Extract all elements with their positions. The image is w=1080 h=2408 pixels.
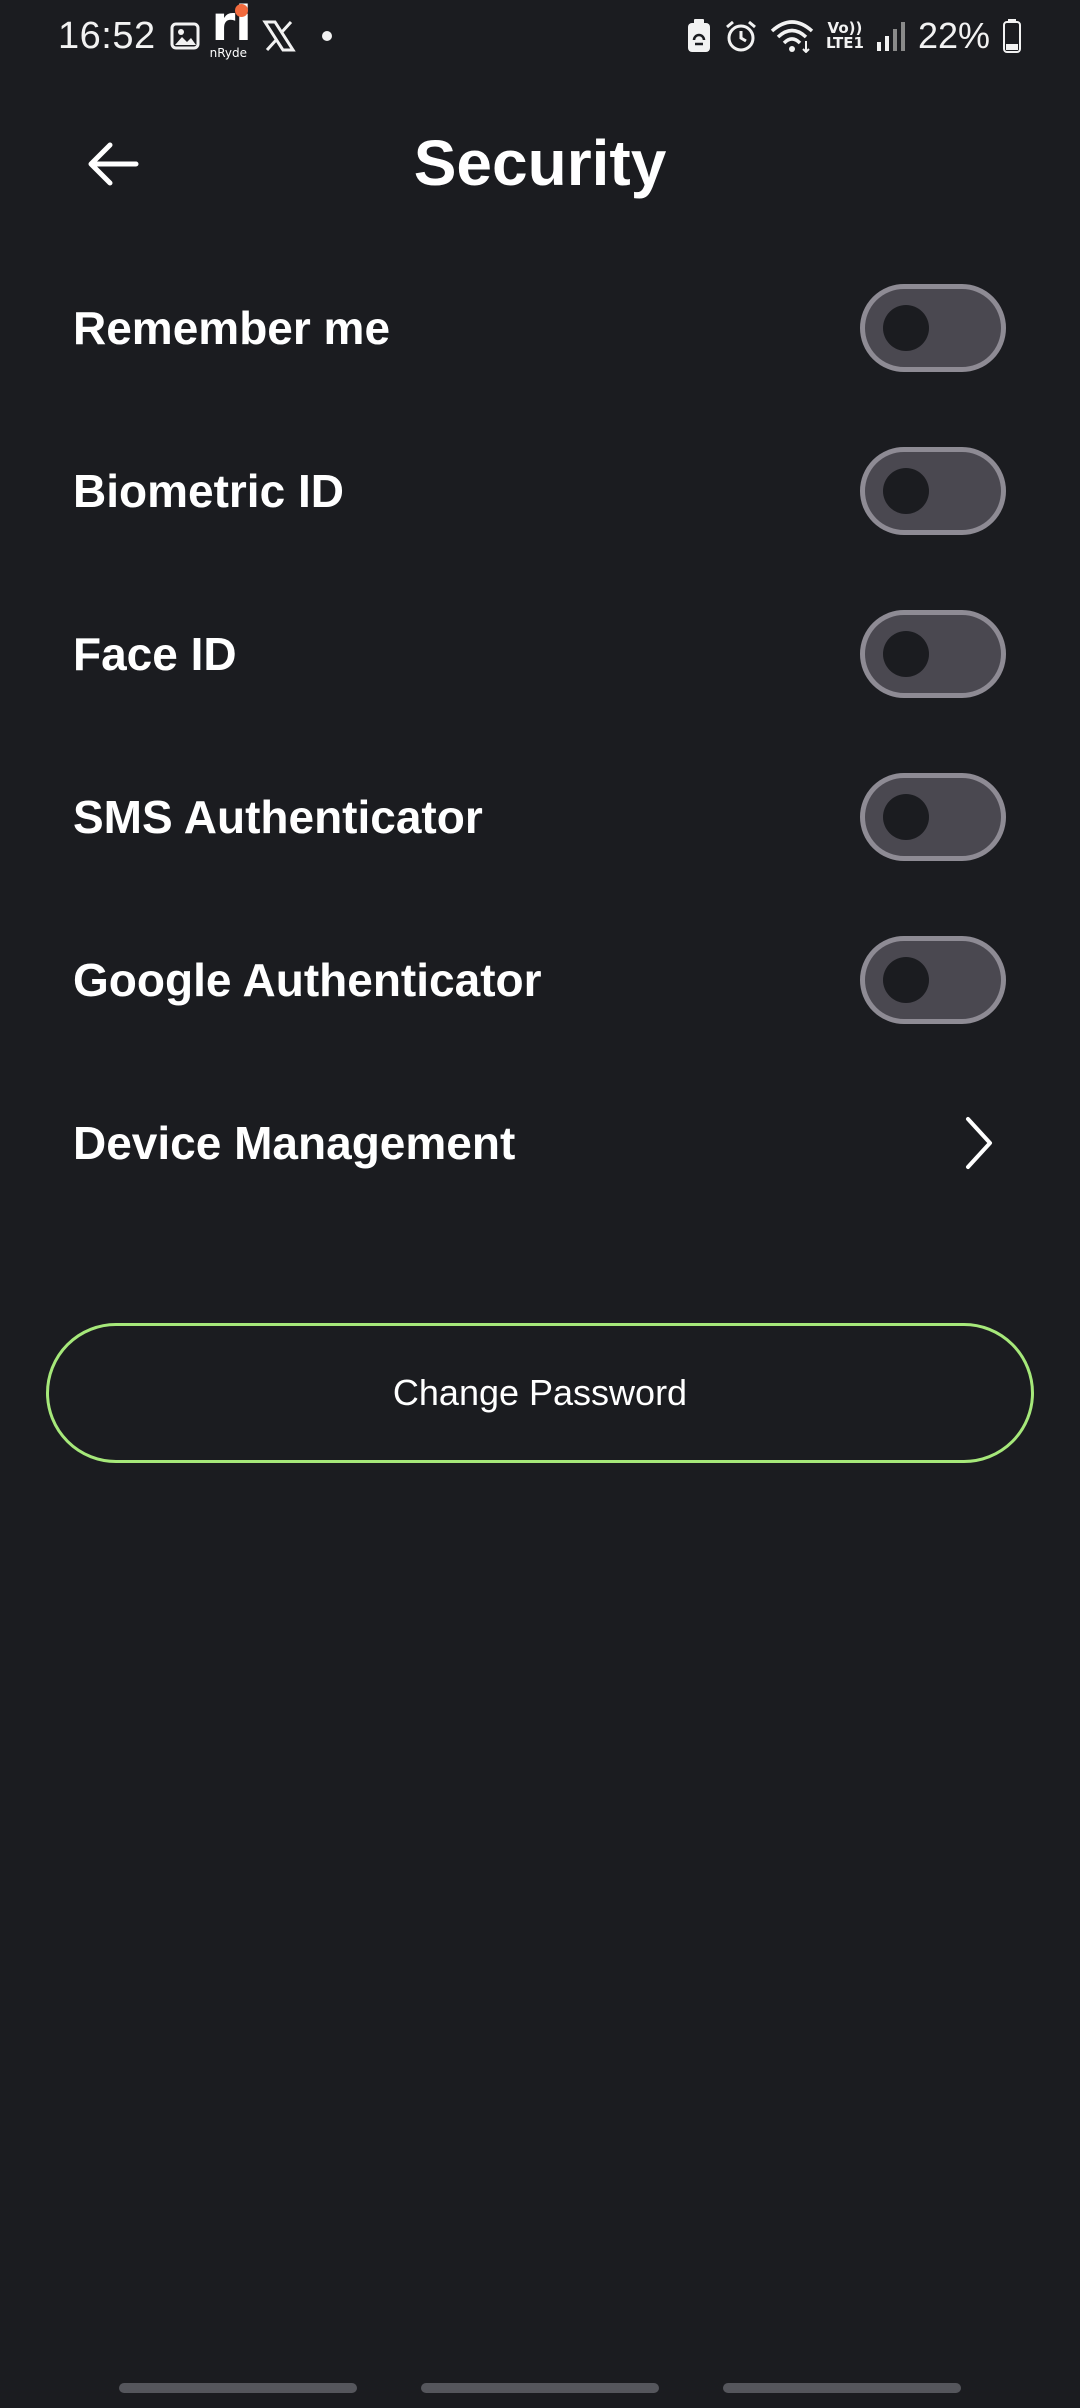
remember-me-toggle[interactable] (860, 284, 1006, 372)
setting-row-face-id[interactable]: Face ID (0, 594, 1080, 714)
setting-label-remember-me: Remember me (73, 302, 391, 354)
setting-label-face-id: Face ID (73, 628, 237, 680)
x-icon (261, 19, 296, 53)
status-bar: 16:52 ri nRyde Vo)) LTE1 22% (0, 0, 1080, 70)
status-time: 16:52 (58, 14, 156, 57)
toggle-knob (883, 957, 929, 1003)
nav-handle-right[interactable] (723, 2383, 961, 2393)
volte-indicator: Vo)) LTE1 (826, 21, 864, 51)
notification-dot (321, 31, 332, 41)
face-id-toggle[interactable] (860, 610, 1006, 698)
battery-percent: 22% (917, 15, 990, 56)
toggle-knob (883, 794, 929, 840)
nav-handle-left[interactable] (119, 2383, 357, 2393)
setting-row-device-management[interactable]: Device Management (0, 1083, 1080, 1203)
chevron-right-icon (958, 1113, 998, 1173)
toggle-knob (883, 631, 929, 677)
volte-bottom-label: LTE1 (825, 34, 864, 52)
wifi-icon (770, 19, 814, 53)
toggle-knob (883, 305, 929, 351)
page-title: Security (413, 127, 667, 199)
battery-icon (1002, 18, 1022, 54)
setting-label-google-authenticator: Google Authenticator (73, 954, 542, 1006)
sms-authenticator-toggle[interactable] (860, 773, 1006, 861)
setting-row-sms-authenticator[interactable]: SMS Authenticator (0, 757, 1080, 877)
biometric-id-toggle[interactable] (860, 447, 1006, 535)
status-bar-right: Vo)) LTE1 22% (674, 10, 1022, 62)
toggle-knob (883, 468, 929, 514)
nav-handle-center[interactable] (421, 2383, 659, 2393)
change-password-button[interactable]: Change Password (46, 1323, 1034, 1463)
nryde-app-icon: ri nRyde (209, 0, 254, 66)
nryde-app-dot (234, 4, 248, 17)
signal-icon (876, 20, 906, 52)
nryde-app-name: nRyde (209, 46, 247, 60)
battery-saver-icon (686, 18, 712, 54)
setting-label-biometric-id: Biometric ID (73, 465, 344, 517)
setting-row-remember-me[interactable]: Remember me (0, 268, 1080, 388)
alarm-icon (724, 19, 758, 53)
status-bar-left: 16:52 ri nRyde (58, 0, 332, 62)
setting-row-biometric-id[interactable]: Biometric ID (0, 431, 1080, 551)
setting-label-sms-authenticator: SMS Authenticator (73, 791, 483, 843)
page-header: Security (0, 110, 1080, 220)
setting-label-device-management: Device Management (73, 1117, 516, 1169)
google-authenticator-toggle[interactable] (860, 936, 1006, 1024)
setting-row-google-authenticator[interactable]: Google Authenticator (0, 920, 1080, 1040)
gallery-icon (170, 21, 200, 51)
